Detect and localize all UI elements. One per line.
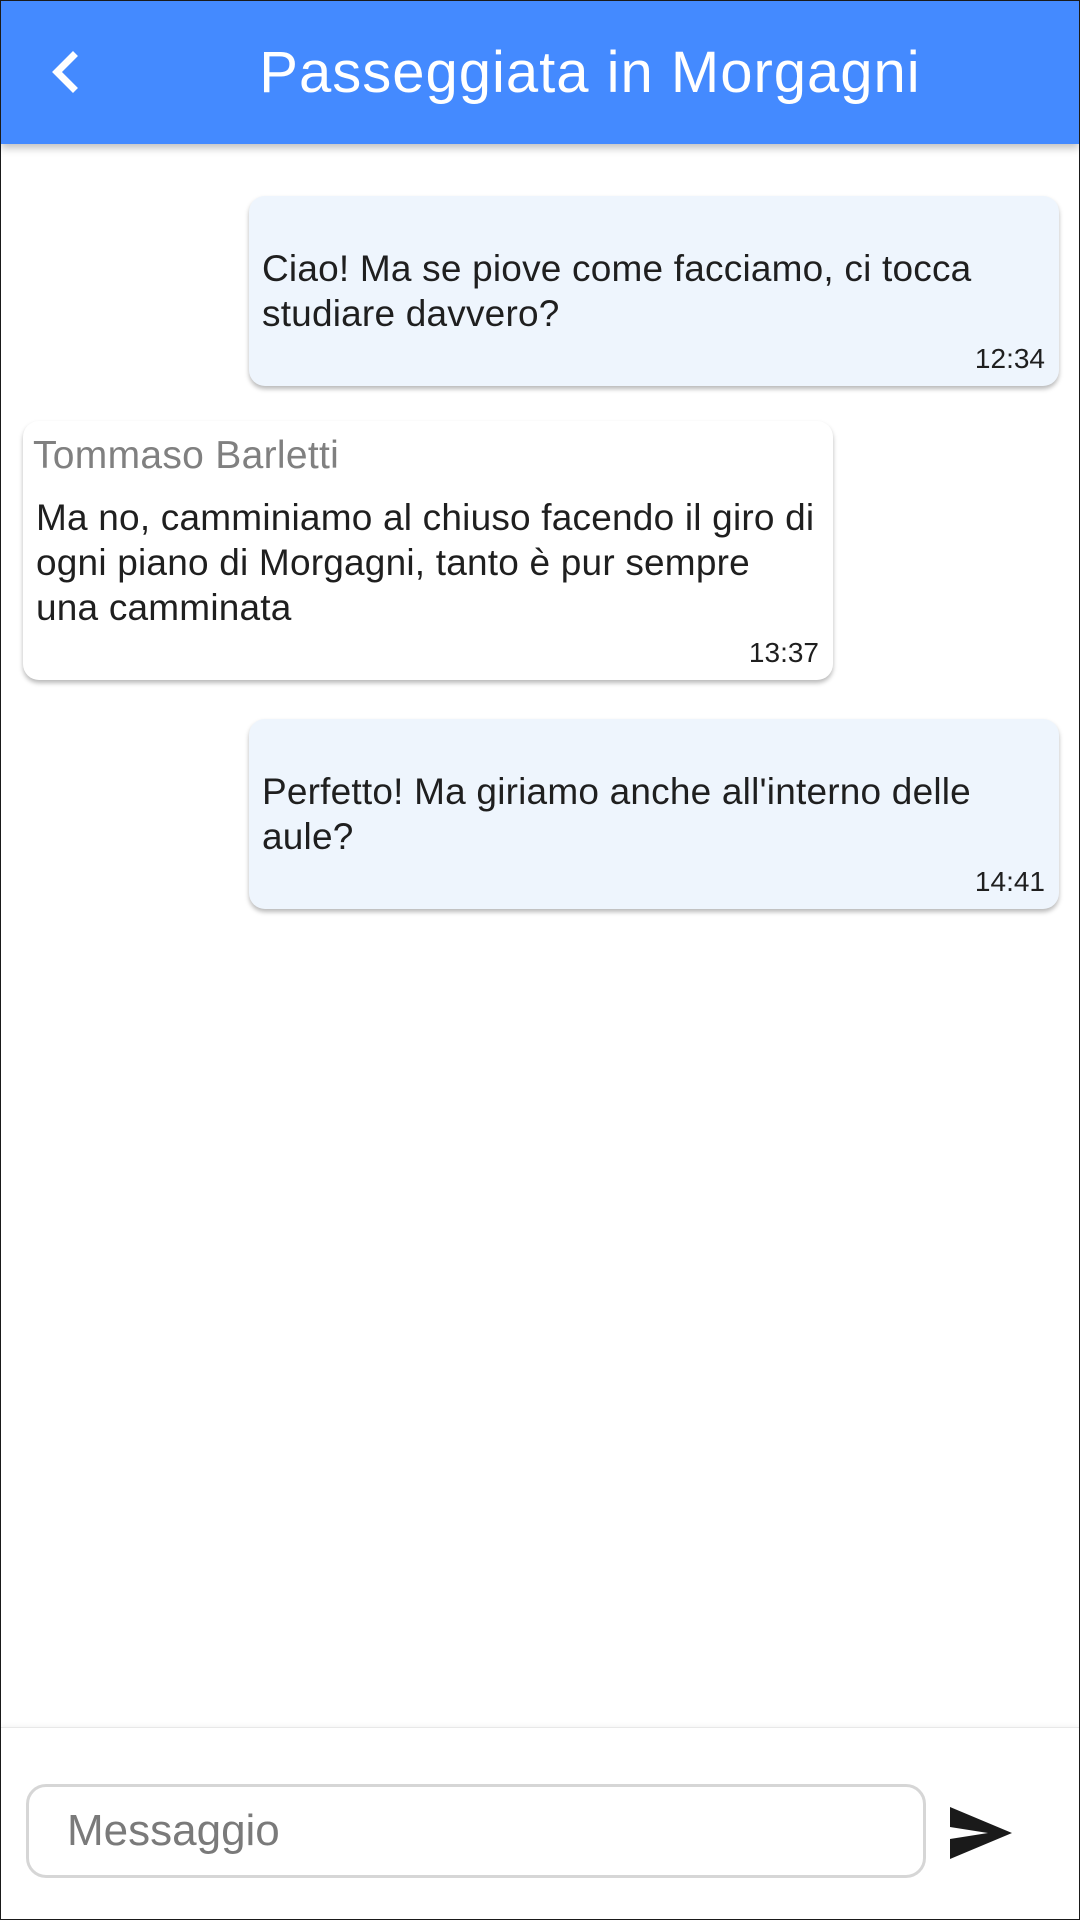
sender-name: Tommaso Barletti — [33, 434, 340, 477]
message-bubble-incoming: Tommaso Barletti Ma no, camminiamo al ch… — [23, 421, 833, 680]
message-bubble-outgoing: Ciao! Ma se piove come facciamo, ci tocc… — [249, 196, 1059, 386]
message-list: Ciao! Ma se piove come facciamo, ci tocc… — [1, 144, 1079, 1727]
send-icon — [950, 1807, 1012, 1859]
app-bar: Passeggiata in Morgagni — [1, 1, 1079, 144]
chevron-left-icon — [52, 51, 78, 93]
message-text: Ma no, camminiamo al chiuso facendo il g… — [36, 497, 815, 628]
message-bubble-outgoing: Perfetto! Ma giriamo anche all'interno d… — [249, 719, 1059, 909]
message-time: 12:34 — [974, 343, 1045, 374]
message-input[interactable] — [26, 1784, 926, 1878]
chat-screen: Passeggiata in Morgagni Ciao! Ma se piov… — [0, 0, 1080, 1920]
message-text: Ciao! Ma se piove come facciamo, ci tocc… — [262, 248, 972, 334]
page-title: Passeggiata in Morgagni — [259, 40, 921, 105]
send-button[interactable] — [941, 1798, 1021, 1868]
message-time: 14:41 — [974, 866, 1045, 897]
message-time: 13:37 — [748, 637, 819, 668]
back-button[interactable] — [35, 37, 95, 107]
message-composer — [1, 1727, 1079, 1919]
message-text: Perfetto! Ma giriamo anche all'interno d… — [262, 771, 971, 857]
